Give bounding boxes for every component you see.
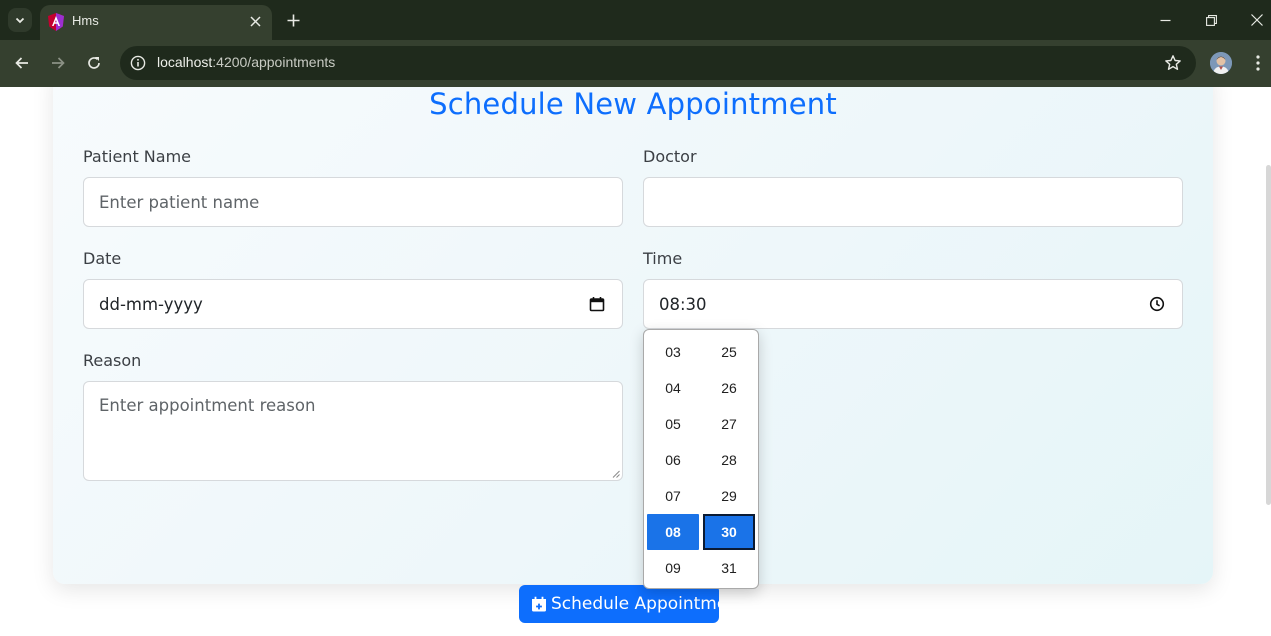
url-host: localhost: [157, 54, 213, 70]
calendar-icon[interactable]: [589, 296, 605, 312]
hour-option[interactable]: 04: [647, 370, 699, 406]
avatar-image: [1210, 52, 1232, 74]
tab-search-button[interactable]: [8, 8, 32, 32]
date-label: Date: [83, 249, 122, 268]
hour-option[interactable]: 07: [647, 478, 699, 514]
new-tab-button[interactable]: [282, 9, 304, 31]
page-viewport: Schedule New Appointment Patient Name En…: [0, 87, 1271, 636]
reason-placeholder: Enter appointment reason: [99, 396, 316, 415]
reload-button[interactable]: [81, 50, 107, 76]
appointment-form-card: Schedule New Appointment Patient Name En…: [53, 87, 1213, 623]
url-path: :4200/appointments: [212, 54, 336, 70]
browser-tab-strip: Hms: [0, 0, 1271, 40]
restore-icon: [1205, 14, 1217, 26]
time-picker-popup: 03 04 05 06 07 08 09 25 26 27 28 29 30 31: [643, 329, 759, 589]
close-window-button[interactable]: [1242, 6, 1271, 34]
patient-name-label: Patient Name: [83, 147, 191, 166]
minute-option[interactable]: 25: [703, 334, 755, 370]
hours-column: 03 04 05 06 07 08 09: [647, 334, 699, 586]
minute-option[interactable]: 31: [703, 550, 755, 586]
date-input[interactable]: dd-mm-yyyy: [83, 279, 623, 329]
patient-name-input[interactable]: Enter patient name: [83, 177, 623, 227]
schedule-appointment-button[interactable]: Schedule Appointment: [519, 585, 719, 623]
arrow-left-icon: [15, 57, 28, 69]
hour-option[interactable]: 06: [647, 442, 699, 478]
browser-tab[interactable]: Hms: [40, 5, 272, 40]
browser-toolbar: localhost:4200/appointments: [0, 40, 1271, 87]
minute-option[interactable]: 30: [703, 514, 755, 550]
hour-option[interactable]: 08: [647, 514, 699, 550]
time-label: Time: [643, 249, 683, 268]
minute-option[interactable]: 29: [703, 478, 755, 514]
time-input[interactable]: 08:30: [643, 279, 1183, 329]
schedule-appointment-label: Schedule Appointment: [551, 594, 719, 614]
star-icon[interactable]: [1164, 54, 1182, 72]
hour-option[interactable]: 05: [647, 406, 699, 442]
angular-logo-icon: [48, 13, 64, 31]
clock-icon[interactable]: [1149, 296, 1165, 312]
minute-option[interactable]: 26: [703, 370, 755, 406]
minimize-icon: [1160, 19, 1170, 21]
browser-menu-button[interactable]: [1250, 53, 1266, 73]
arrow-right-icon: [52, 57, 65, 69]
resize-handle-icon[interactable]: [612, 470, 620, 478]
minute-option[interactable]: 28: [703, 442, 755, 478]
minutes-column: 25 26 27 28 29 30 31: [703, 334, 755, 586]
tab-title: Hms: [72, 13, 99, 28]
minute-option[interactable]: 27: [703, 406, 755, 442]
url-text[interactable]: localhost:4200/appointments: [157, 54, 335, 70]
close-icon: [1251, 14, 1263, 26]
minimize-button[interactable]: [1150, 6, 1180, 34]
hour-option[interactable]: 09: [647, 550, 699, 586]
calendar-plus-icon: [532, 596, 546, 612]
reason-label: Reason: [83, 351, 142, 370]
address-bar[interactable]: localhost:4200/appointments: [120, 46, 1196, 80]
scrollbar-thumb[interactable]: [1266, 165, 1271, 505]
date-value: dd-mm-yyyy: [99, 294, 203, 314]
form-title: Schedule New Appointment: [429, 87, 837, 121]
plus-icon: [287, 14, 299, 26]
hour-option[interactable]: 03: [647, 334, 699, 370]
time-value: 08:30: [659, 294, 707, 314]
close-icon: [249, 15, 261, 27]
back-button[interactable]: [9, 50, 35, 76]
reason-textarea[interactable]: Enter appointment reason: [83, 381, 623, 481]
chevron-down-icon: [15, 17, 25, 24]
doctor-select[interactable]: [643, 177, 1183, 227]
close-tab-button[interactable]: [246, 12, 264, 30]
patient-name-placeholder: Enter patient name: [99, 192, 260, 212]
maximize-button[interactable]: [1196, 6, 1226, 34]
doctor-label: Doctor: [643, 147, 697, 166]
profile-avatar[interactable]: [1210, 52, 1232, 74]
info-icon[interactable]: [130, 55, 146, 71]
forward-button[interactable]: [45, 50, 71, 76]
kebab-menu-icon: [1256, 55, 1260, 71]
reload-icon: [88, 57, 100, 69]
page-scrollbar[interactable]: [1264, 87, 1271, 636]
